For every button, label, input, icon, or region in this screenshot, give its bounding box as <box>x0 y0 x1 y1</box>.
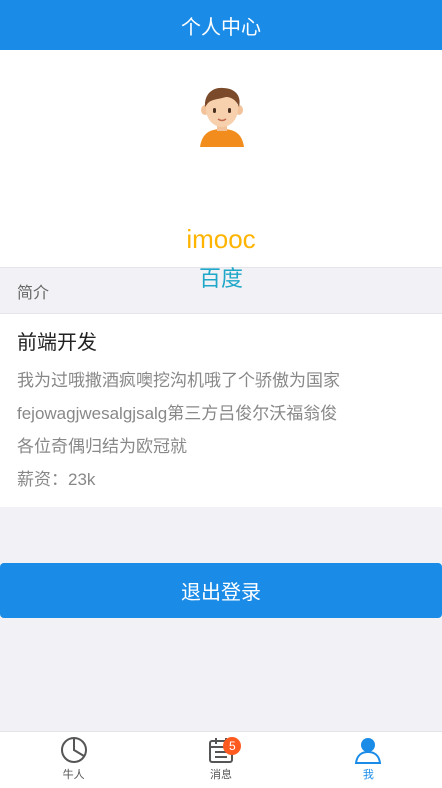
tab-talents[interactable]: 牛人 <box>0 732 147 788</box>
user-avatar-icon[interactable] <box>192 85 252 147</box>
message-badge: 5 <box>223 737 242 755</box>
tab-messages[interactable]: 消息 5 <box>147 732 294 788</box>
header-bar: 个人中心 <box>0 0 442 50</box>
pie-chart-icon <box>60 737 87 763</box>
logout-button[interactable]: 退出登录 <box>0 563 442 618</box>
page: 个人中心 imooc 百度 简介 前端开发 我为过哦撒酒疯噢挖沟机哦了个骄傲为国… <box>0 0 442 788</box>
username: imooc <box>186 224 256 254</box>
tab-label: 牛人 <box>62 769 85 781</box>
job-title: 前端开发 <box>17 332 97 354</box>
tab-bar: 牛人 消息 5 我 <box>0 731 442 788</box>
tab-label: 消息 <box>209 769 232 781</box>
tab-label: 我 <box>362 769 374 781</box>
desc-line: 各位奇偶归结为欧冠就 <box>17 437 187 456</box>
desc-line: fejowagjwesalgjsalg第三方吕俊尔沃福翁俊 <box>17 404 338 423</box>
user-icon <box>355 738 382 764</box>
logout-button-label: 退出登录 <box>181 582 261 604</box>
salary-text: 薪资：23k <box>17 470 96 489</box>
intro-body: 前端开发 我为过哦撒酒疯噢挖沟机哦了个骄傲为国家 fejowagjwesalgj… <box>0 314 442 507</box>
company-name: 百度 <box>198 266 243 291</box>
page-title: 个人中心 <box>181 16 261 39</box>
desc-line: 我为过哦撒酒疯噢挖沟机哦了个骄傲为国家 <box>17 371 340 390</box>
profile-card: imooc 百度 <box>0 50 442 291</box>
tab-me[interactable]: 我 <box>295 732 442 788</box>
